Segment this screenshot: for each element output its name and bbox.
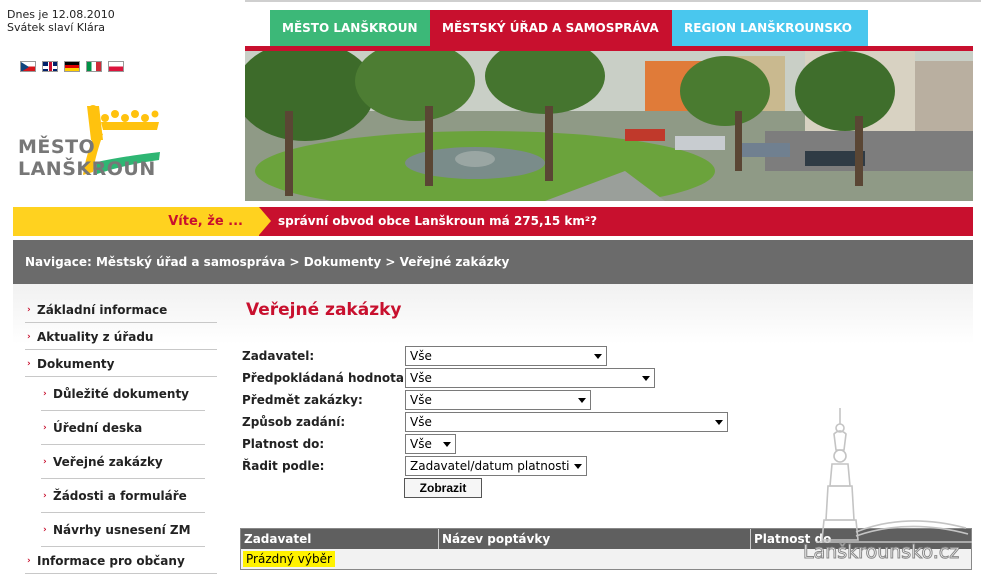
sidebar-item-label: Návrhy usnesení ZM — [53, 523, 191, 537]
bullet-icon: › — [27, 556, 31, 566]
dropdown-arrow-icon — [642, 376, 650, 381]
bullet-icon: › — [43, 525, 47, 535]
did-you-know-bar: Víte, že ... správní obvod obce Lanškrou… — [13, 207, 973, 236]
top-navigation: MĚSTO LANŠKROUN MĚSTSKÝ ÚŘAD A SAMOSPRÁV… — [270, 10, 868, 46]
column-header-zadavatel[interactable]: Zadavatel — [241, 529, 439, 549]
dropdown-arrow-icon — [574, 464, 582, 469]
sidebar-item-label: Veřejné zakázky — [53, 455, 163, 469]
pl-flag-icon[interactable] — [108, 61, 124, 72]
select-value: Vše — [410, 415, 432, 429]
sidebar-item-label: Dokumenty — [37, 357, 115, 371]
bullet-icon: › — [43, 389, 47, 399]
town-square-photo — [245, 51, 973, 201]
filter-label: Zadavatel: — [242, 349, 315, 363]
filter-label: Platnost do: — [242, 437, 325, 451]
logo-text: MĚSTO LANŠKROUN — [18, 136, 156, 180]
date-line: Dnes je 12.08.2010 — [7, 8, 115, 21]
bullet-icon: › — [27, 359, 31, 369]
sidebar-item-verejne-zakazky[interactable]: › Veřejné zakázky — [41, 445, 205, 479]
filter-label: Předmět zakázky: — [242, 393, 363, 407]
predmet-select[interactable]: Vše — [405, 390, 591, 410]
date-info: Dnes je 12.08.2010 Svátek slaví Klára — [7, 8, 115, 34]
sidebar-item-label: Úřední deska — [53, 421, 143, 435]
select-value: Zadavatel/datum platnosti — [410, 459, 570, 473]
gb-flag-icon[interactable] — [42, 61, 58, 72]
sidebar-item-label: Základní informace — [37, 303, 168, 317]
sidebar-item-label: Aktuality z úřadu — [37, 330, 154, 344]
select-value: Vše — [410, 371, 432, 385]
tab-mesto-lanskroun[interactable]: MĚSTO LANŠKROUN — [270, 10, 430, 46]
filter-label: Řadit podle: — [242, 459, 325, 473]
sidebar-item-dokumenty[interactable]: › Dokumenty — [25, 350, 217, 377]
bullet-icon: › — [43, 491, 47, 501]
zadavatel-select[interactable]: Vše — [405, 346, 607, 366]
sidebar-item-informace-pro-obcany[interactable]: › Informace pro občany — [25, 547, 217, 574]
dropdown-arrow-icon — [594, 354, 602, 359]
sidebar-item-dulezite-dokumenty[interactable]: › Důležité dokumenty — [41, 377, 205, 411]
bullet-icon: › — [27, 305, 31, 315]
empty-result-text: Prázdný výběr — [243, 551, 335, 567]
de-flag-icon[interactable] — [64, 61, 80, 72]
breadcrumb: Navigace: Městský úřad a samospráva > Do… — [13, 240, 973, 284]
tab-region-lanskrounsko[interactable]: REGION LANŠKROUNSKO — [672, 10, 868, 46]
bullet-icon: › — [43, 423, 47, 433]
sidebar-item-aktuality[interactable]: › Aktuality z úřadu — [25, 323, 217, 350]
filter-label: Způsob zadání: — [242, 415, 346, 429]
dropdown-arrow-icon — [443, 442, 451, 447]
radit-select[interactable]: Zadavatel/datum platnosti — [405, 456, 587, 476]
did-you-know-arrow-icon — [259, 207, 271, 235]
watermark-text: Lanškrounsko.cz — [802, 541, 960, 564]
dropdown-arrow-icon — [578, 398, 586, 403]
bullet-icon: › — [27, 332, 31, 342]
sidebar: › Základní informace › Aktuality z úřadu… — [25, 296, 217, 574]
did-you-know-label: Víte, že ... — [13, 207, 259, 236]
dropdown-arrow-icon — [715, 420, 723, 425]
column-header-nazev[interactable]: Název poptávky — [439, 529, 751, 549]
hodnota-select[interactable]: Vše — [405, 368, 655, 388]
zpusob-select[interactable]: Vše — [405, 412, 728, 432]
it-flag-icon[interactable] — [86, 61, 102, 72]
sidebar-item-zadosti-a-formulare[interactable]: › Žádosti a formuláře — [41, 479, 205, 513]
sidebar-item-uredni-deska[interactable]: › Úřední deska — [41, 411, 205, 445]
filter-label: Předpokládaná hodnota: — [242, 371, 409, 385]
page-title: Veřejné zakázky — [246, 300, 402, 320]
sidebar-item-zakladni-informace[interactable]: › Základní informace — [25, 296, 217, 323]
language-switcher — [20, 61, 124, 72]
did-you-know-text: správní obvod obce Lanškroun má 275,15 k… — [278, 214, 598, 228]
cz-flag-icon[interactable] — [20, 61, 36, 72]
top-border — [245, 0, 981, 2]
select-value: Vše — [410, 349, 432, 363]
bullet-icon: › — [43, 457, 47, 467]
name-day-line: Svátek slaví Klára — [7, 21, 106, 34]
tab-mestsky-urad[interactable]: MĚSTSKÝ ÚŘAD A SAMOSPRÁVA — [430, 10, 672, 46]
select-value: Vše — [410, 393, 432, 407]
platnost-select[interactable]: Vše — [405, 434, 456, 454]
sidebar-item-label: Informace pro občany — [37, 554, 185, 568]
select-value: Vše — [410, 437, 432, 451]
sidebar-item-navrhy-usneseni[interactable]: › Návrhy usnesení ZM — [41, 513, 205, 547]
sidebar-item-label: Žádosti a formuláře — [53, 489, 187, 503]
zobrazit-button[interactable]: Zobrazit — [404, 478, 482, 498]
sidebar-item-label: Důležité dokumenty — [53, 387, 190, 401]
city-logo[interactable]: MĚSTO LANŠKROUN — [15, 100, 240, 182]
